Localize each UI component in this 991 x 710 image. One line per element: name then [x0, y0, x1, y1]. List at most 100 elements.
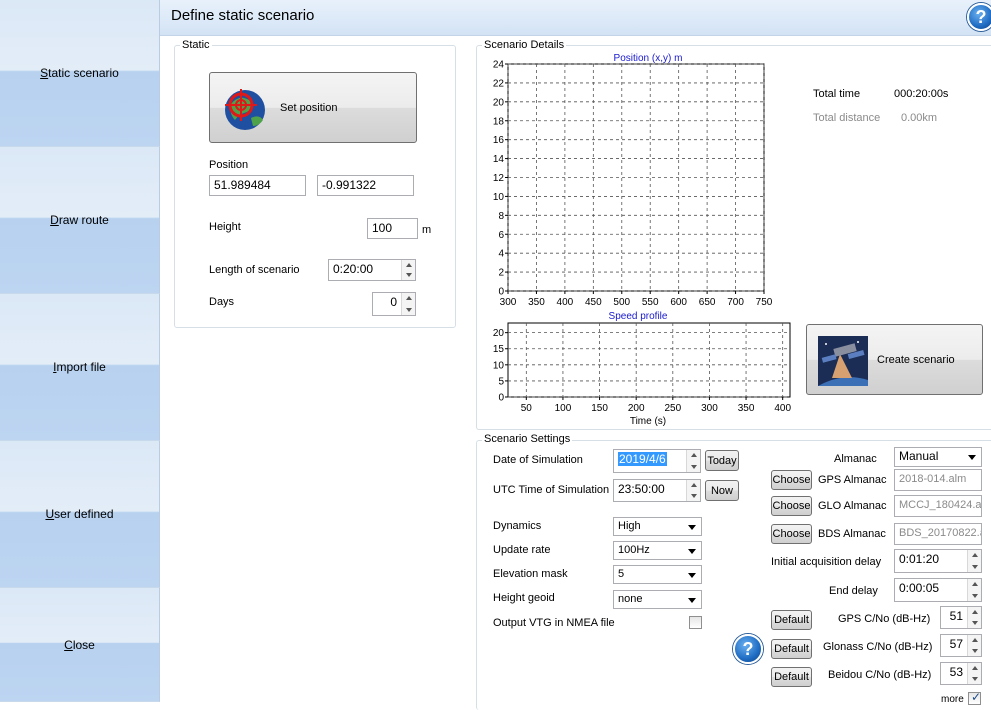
days-label: Days: [209, 296, 235, 308]
choose-glo-almanac-button[interactable]: Choose: [771, 496, 812, 516]
elevation-mask-select[interactable]: 5: [613, 565, 702, 584]
choose-gps-almanac-button[interactable]: Choose: [771, 470, 812, 490]
total-time-value: 000:20:00s: [894, 88, 949, 100]
acquisition-delay-value: 0:01:20: [899, 552, 940, 566]
speed-x-tick-label: 50: [521, 403, 533, 414]
end-delay-value: 0:00:05: [899, 581, 940, 595]
acquisition-delay-spinner[interactable]: [967, 550, 981, 572]
speed-y-tick-label: 15: [493, 344, 505, 355]
time-value: 23:50:00: [618, 482, 665, 496]
acquisition-delay-input[interactable]: 0:01:20: [894, 549, 982, 573]
position-y-tick-label: 2: [498, 268, 504, 279]
sidebar-item-user-defined[interactable]: User defined: [0, 441, 160, 588]
gps-cn-input[interactable]: 51: [940, 606, 982, 629]
bds-almanac-field[interactable]: BDS_20170822.a: [894, 523, 982, 545]
position-y-ticks: 024681012141618202224: [493, 60, 508, 298]
longitude-input[interactable]: -0.991322: [317, 175, 414, 196]
glo-cn-value: 57: [949, 637, 963, 651]
glo-cn-spinner[interactable]: [967, 635, 981, 656]
speed-x-tick-label: 100: [555, 403, 572, 414]
create-scenario-label: Create scenario: [877, 354, 955, 366]
speed-x-tick-label: 350: [738, 403, 755, 414]
position-x-tick-label: 450: [585, 297, 602, 308]
help-icon[interactable]: ?: [967, 3, 991, 31]
bds-cn-value: 53: [949, 665, 963, 679]
date-input[interactable]: 2019/4/6: [613, 449, 701, 473]
globe-target-icon: [225, 89, 265, 130]
days-spinner[interactable]: [401, 293, 415, 315]
position-y-tick-label: 20: [493, 97, 505, 108]
position-chart-title: Position (x,y) m: [614, 53, 683, 64]
choose-bds-almanac-button[interactable]: Choose: [771, 524, 812, 544]
acquisition-delay-label: Initial acquisition delay: [771, 556, 882, 568]
speed-chart-title: Speed profile: [609, 311, 668, 322]
create-scenario-button[interactable]: Create scenario: [806, 324, 983, 395]
date-spinner[interactable]: [686, 450, 700, 472]
sidebar-item-static-scenario[interactable]: Static scenario: [0, 0, 160, 147]
position-y-tick-label: 18: [493, 116, 505, 127]
sidebar-item-label: User defined: [45, 507, 114, 521]
speed-x-tick-label: 400: [774, 403, 791, 414]
gps-cn-spinner[interactable]: [967, 607, 981, 628]
set-position-button[interactable]: Set position: [209, 72, 417, 143]
default-bds-cn-button[interactable]: Default: [771, 667, 812, 687]
date-label: Date of Simulation: [493, 454, 583, 466]
position-x-tick-label: 550: [642, 297, 659, 308]
time-input[interactable]: 23:50:00: [613, 479, 701, 502]
more-label: more: [941, 694, 964, 705]
gps-cn-label: GPS C/No (dB-Hz): [838, 613, 931, 625]
position-x-tick-label: 650: [699, 297, 716, 308]
dynamics-select[interactable]: High: [613, 517, 702, 536]
sidebar-item-import-file[interactable]: Import file: [0, 294, 160, 441]
default-gps-cn-button[interactable]: Default: [771, 610, 812, 630]
end-delay-spinner[interactable]: [967, 579, 981, 601]
length-value: 0:20:00: [333, 262, 374, 276]
speed-chart: Speed profile Time (s) 50 100 150 200 250 300…: [493, 311, 792, 427]
glo-almanac-field[interactable]: MCCJ_180424.ag: [894, 495, 982, 517]
bds-almanac-label: BDS Almanac: [818, 528, 886, 540]
position-x-tick-label: 350: [528, 297, 545, 308]
position-x-tick-label: 600: [670, 297, 687, 308]
default-glo-cn-button[interactable]: Default: [771, 639, 812, 659]
time-spinner[interactable]: [686, 480, 700, 501]
vtg-checkbox[interactable]: [689, 616, 702, 629]
position-x-ticks: 300 350 400 450 500 550 600 650 700 750: [500, 291, 773, 308]
length-input[interactable]: 0:20:00: [328, 259, 416, 281]
bds-cn-spinner[interactable]: [967, 663, 981, 684]
position-y-tick-label: 22: [493, 78, 505, 89]
settings-help-icon[interactable]: ?: [733, 634, 763, 664]
update-rate-select[interactable]: 100Hz: [613, 541, 702, 560]
sidebar-item-label: Static scenario: [40, 66, 119, 80]
position-y-tick-label: 12: [493, 173, 505, 184]
today-button[interactable]: Today: [705, 450, 739, 471]
days-value: 0: [390, 295, 397, 309]
days-input[interactable]: 0: [372, 292, 416, 316]
position-x-tick-label: 700: [727, 297, 744, 308]
bds-cn-label: Beidou C/No (dB-Hz): [828, 669, 932, 681]
position-y-tick-label: 6: [498, 230, 504, 241]
position-y-tick-label: 24: [493, 60, 505, 71]
end-delay-input[interactable]: 0:00:05: [894, 578, 982, 602]
speed-y-tick-label: 20: [493, 328, 505, 339]
glo-almanac-label: GLO Almanac: [818, 500, 887, 512]
satellite-icon: [818, 336, 868, 386]
more-checkbox[interactable]: ✓: [968, 690, 981, 705]
sidebar-item-draw-route[interactable]: Draw route: [0, 147, 160, 294]
sidebar-item-label: Import file: [53, 360, 106, 374]
sidebar-item-close[interactable]: Close: [0, 588, 160, 702]
latitude-input[interactable]: 51.989484: [209, 175, 306, 196]
static-group-label: Static: [180, 39, 212, 51]
length-spinner[interactable]: [401, 260, 415, 280]
now-button[interactable]: Now: [705, 480, 739, 501]
speed-x-tick-label: 250: [664, 403, 681, 414]
gps-almanac-field[interactable]: 2018-014.alm: [894, 469, 982, 491]
speed-x-tick-label: 300: [701, 403, 718, 414]
height-input[interactable]: 100: [367, 218, 418, 239]
gps-cn-value: 51: [949, 609, 963, 623]
almanac-select[interactable]: Manual: [894, 447, 982, 467]
height-geoid-select[interactable]: none: [613, 590, 702, 609]
sidebar-item-label: Draw route: [50, 213, 109, 227]
glo-cn-input[interactable]: 57: [940, 634, 982, 657]
position-x-tick-label: 500: [613, 297, 630, 308]
bds-cn-input[interactable]: 53: [940, 662, 982, 685]
